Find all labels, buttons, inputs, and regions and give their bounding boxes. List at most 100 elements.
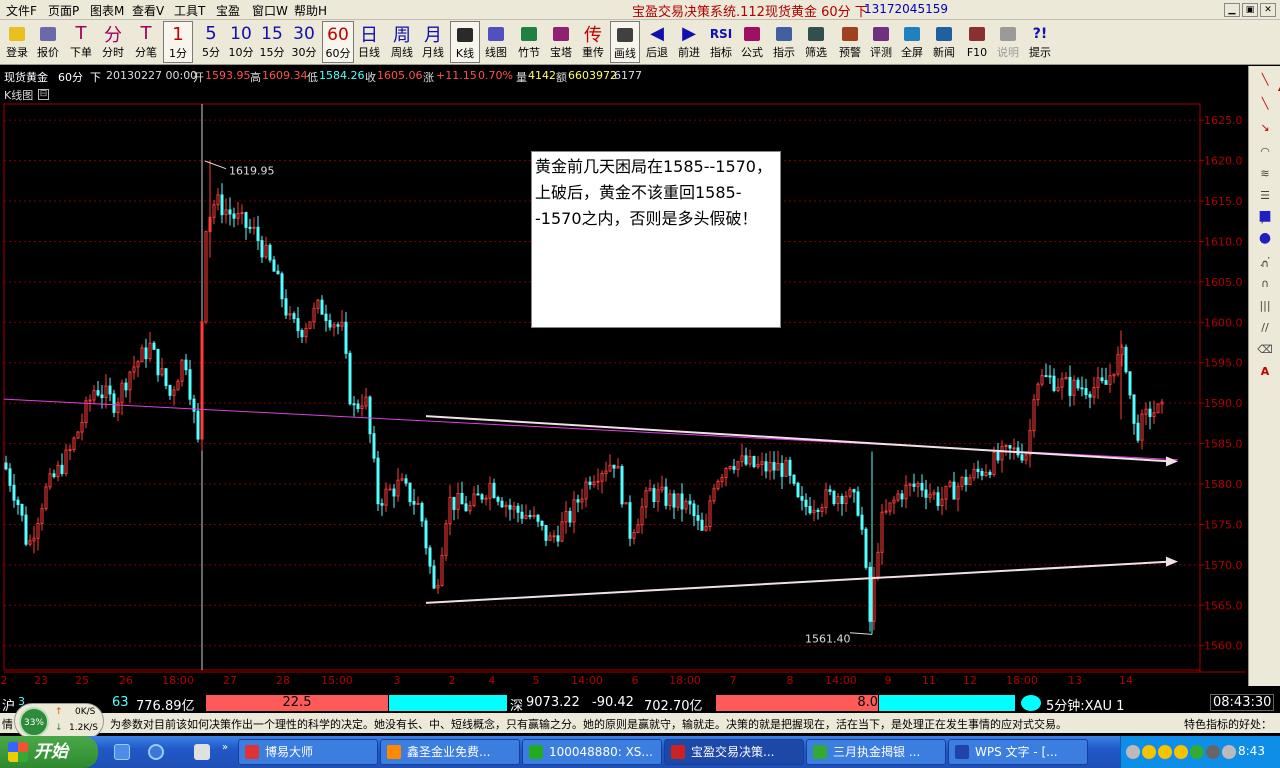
candle-body <box>656 489 660 503</box>
price-tick-label: 1565.0 <box>1204 599 1243 612</box>
candle-body <box>496 497 500 502</box>
candle-body <box>524 515 528 519</box>
period-label: 5分钟:XAU 1 <box>1046 699 1125 714</box>
candle-body <box>140 347 144 363</box>
segment-tool-icon[interactable]: ╲ <box>1257 72 1273 88</box>
period-tool-icon[interactable]: ∩ <box>1257 276 1273 292</box>
candle-body <box>64 449 68 474</box>
candle-body <box>24 514 28 545</box>
candle-body <box>636 524 640 533</box>
eraser-icon[interactable]: ⌫ <box>1257 342 1273 358</box>
candle-body <box>688 500 692 505</box>
candle-body <box>272 259 276 272</box>
taskbar-task-1[interactable]: 鑫圣金业免费... <box>380 739 520 765</box>
kline-chart[interactable]: 1625.0 1620.0 1615.0 1610.0 1605.0 1600.0 1595… <box>0 0 1280 768</box>
time-tick-label: 4 <box>489 674 496 687</box>
time-tick-label: 26 <box>119 674 133 687</box>
price-tick-label: 1575.0 <box>1204 518 1243 531</box>
taskbar-task-2[interactable]: 100048880: XS... <box>522 739 662 765</box>
parallel-tool-icon[interactable]: ≋ <box>1257 166 1273 182</box>
tray-network-icon[interactable] <box>1206 745 1220 759</box>
quicklaunch-desktop-icon[interactable] <box>114 744 130 760</box>
candle-body <box>404 478 408 484</box>
candle-body <box>28 540 32 545</box>
candle-body <box>40 508 44 524</box>
fibonacci-tool-icon[interactable]: ☰ <box>1257 188 1273 204</box>
candle-body <box>96 390 100 396</box>
quicklaunch-more-icon[interactable]: » <box>222 742 228 753</box>
text-tool-icon[interactable]: A <box>1257 364 1273 380</box>
candle-body <box>660 486 664 491</box>
candle-body <box>928 493 932 498</box>
candle-body <box>1056 386 1060 391</box>
start-button[interactable]: 开始 <box>0 736 98 768</box>
sh-label: 沪 <box>2 699 16 714</box>
quicklaunch-media-icon[interactable] <box>194 744 210 760</box>
network-speed-widget[interactable]: 33% ↑ 0K/S ↓ 1.2K/S <box>14 703 104 739</box>
candle-body <box>712 488 716 502</box>
candle-body <box>972 468 976 479</box>
arc-tool-icon[interactable]: ◠ <box>1257 144 1273 160</box>
time-tick-label: 14 <box>1119 674 1133 687</box>
candle-body <box>300 330 304 338</box>
chart-svg[interactable]: 1625.0 1620.0 1615.0 1610.0 1605.0 1600.0 1595… <box>0 0 1280 768</box>
news-ticker: 情 为参数对目前该如何决策作出一个理性的科学的决定。她没有长、中、短线概念，只有… <box>0 713 1280 733</box>
tray-settings-icon[interactable] <box>1126 745 1140 759</box>
network-usage-circle: 33% <box>19 707 49 737</box>
candle-body <box>776 463 780 471</box>
time-tick-label: 27 <box>223 674 237 687</box>
vertical-lines-icon[interactable]: ||| <box>1257 298 1273 314</box>
candle-body <box>608 464 612 472</box>
candle-body <box>508 504 512 510</box>
candle-body <box>284 298 288 316</box>
slash-lines-icon[interactable]: // <box>1257 320 1273 336</box>
candle-body <box>780 463 784 477</box>
candle-body <box>280 273 284 300</box>
candle-body <box>1004 445 1008 448</box>
candle-body <box>568 510 572 523</box>
candle-body <box>968 477 972 486</box>
taskbar-task-3[interactable]: 宝盈交易决策... <box>664 739 804 765</box>
candle-body <box>908 483 912 486</box>
tray-plus-icon[interactable] <box>1190 745 1204 759</box>
candle-body <box>996 451 1000 461</box>
time-tick-label: 3 <box>394 674 401 687</box>
ray-tool-icon[interactable]: ↘ <box>1257 120 1273 136</box>
candle-body <box>20 504 24 516</box>
cycle-tool-icon[interactable]: ∩ <box>1257 256 1273 272</box>
taskbar-task-4[interactable]: 三月执金揭银 ... <box>806 739 946 765</box>
candle-body <box>944 485 948 500</box>
rectangle-tool-icon[interactable]: ■ <box>1257 208 1273 224</box>
candle-body <box>36 522 40 539</box>
tray-qq3-icon[interactable] <box>1174 745 1188 759</box>
tray-volume-icon[interactable] <box>1222 745 1236 759</box>
time-tick-label: 28 <box>276 674 290 687</box>
tray-qq2-icon[interactable] <box>1158 745 1172 759</box>
taskbar-task-0[interactable]: 博易大师 <box>238 739 378 765</box>
time-tick-label: 2 <box>449 674 456 687</box>
candle-body <box>312 307 316 323</box>
candle-body <box>1148 408 1152 417</box>
annotation-note[interactable]: 黄金前几天困局在1585--1570，上破后，黄金不该重回1585--1570之… <box>531 151 781 328</box>
candle-body <box>468 505 472 512</box>
taskbar-task-5[interactable]: WPS 文字 - [... <box>948 739 1088 765</box>
quicklaunch-ie-icon[interactable] <box>148 744 164 760</box>
candle-body <box>832 490 836 505</box>
candle-body <box>844 495 848 505</box>
price-tick-label: 1605.0 <box>1204 276 1243 289</box>
candle-body <box>1020 454 1024 461</box>
candle-body <box>344 321 348 354</box>
candle-body <box>416 502 420 505</box>
time-tick-label: 6 <box>632 674 639 687</box>
ellipse-tool-icon[interactable]: ● <box>1257 230 1273 246</box>
tray-qq1-icon[interactable] <box>1142 745 1156 759</box>
candle-body <box>224 209 228 216</box>
download-arrow-icon: ↓ <box>55 723 63 733</box>
scroll-up-arrow-icon[interactable]: ▲ <box>1273 80 1280 96</box>
sz-change: -90.42 <box>592 695 634 710</box>
upload-arrow-icon: ↑ <box>55 707 63 717</box>
line-tool-icon[interactable]: ╲ <box>1257 96 1273 112</box>
candle-body <box>48 473 52 488</box>
candle-body <box>876 551 880 578</box>
candle-body <box>1156 403 1160 414</box>
